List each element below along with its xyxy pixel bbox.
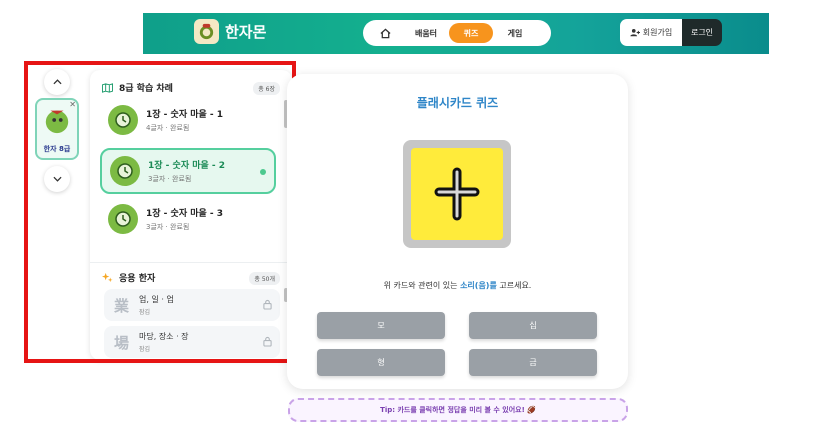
applied-hanja-item[interactable]: 業 업, 일 · 업 잠김: [104, 289, 280, 321]
chevron-down-icon: [52, 176, 62, 182]
chapter-sub: 4글자 · 완료됨: [146, 124, 190, 132]
applied-count-badge: 총 50개: [249, 272, 280, 285]
login-button[interactable]: 로그인: [682, 19, 722, 46]
book-mascot-icon: [45, 110, 69, 134]
signup-label: 회원가입: [642, 28, 673, 37]
chevron-up-icon: [52, 79, 62, 85]
chapters-title: 8급 학습 차례: [119, 84, 173, 94]
instruction-text-end: 고르세요.: [496, 281, 532, 290]
strip-down-button[interactable]: [44, 166, 70, 192]
answer-option-3[interactable]: 형: [317, 349, 445, 376]
chapters-count-badge: 총 6장: [253, 82, 280, 95]
chapter-item-active[interactable]: 1장 - 숫자 마을 - 2 3글자 · 완료됨: [100, 148, 276, 194]
quiz-card: 플래시카드 퀴즈 위 카드와 관련이 있는 소리(음)를 고르세요. 모 십 형…: [287, 74, 628, 389]
logo-mascot-icon: [194, 19, 219, 44]
chapter-item[interactable]: 1장 - 숫자 마을 - 3 3글자 · 완료됨: [100, 196, 276, 242]
chapter-title: 1장 - 숫자 마을 - 1: [146, 110, 224, 120]
nav-game-tab[interactable]: 게임: [493, 23, 537, 43]
logo-text: 한자몬: [225, 23, 267, 41]
chapter-title: 1장 - 숫자 마을 - 3: [146, 209, 224, 219]
hanja-char: 場: [114, 333, 130, 352]
chapter-sub: 3글자 · 완료됨: [146, 223, 190, 231]
tip-banner: Tip: 카드를 클릭하면 정답을 미리 볼 수 있어요! 🏈: [288, 398, 628, 422]
book-card-8[interactable]: ✕ 한자 8급: [35, 98, 79, 160]
flashcard[interactable]: [403, 140, 511, 248]
flashcard-face: [411, 148, 503, 240]
signup-button[interactable]: 회원가입: [620, 19, 682, 46]
chapter-sub: 3글자 · 완료됨: [148, 175, 192, 183]
auth-group: 회원가입 로그인: [620, 19, 722, 46]
lock-icon: [263, 336, 272, 347]
hanja-status: 잠김: [139, 346, 151, 353]
top-nav-bar: 한자몬 배움터 퀴즈 게임 회원가입 로그인: [143, 13, 769, 54]
logo[interactable]: 한자몬: [194, 19, 266, 44]
chapter-title: 1장 - 숫자 마을 - 2: [148, 161, 226, 171]
sparkle-icon: [102, 272, 113, 283]
chapter-mascot-icon: [108, 105, 138, 135]
user-plus-icon: [630, 29, 640, 37]
instruction-highlight: 소리(음)를: [460, 281, 497, 290]
hanja-meaning: 업, 일 · 업: [139, 295, 174, 304]
flashcard-hanja-glyph: [434, 167, 480, 221]
main-nav: 배움터 퀴즈 게임: [363, 20, 551, 46]
applied-title: 응용 한자: [119, 274, 156, 284]
nav-home-button[interactable]: [367, 23, 403, 43]
answer-option-4[interactable]: 금: [469, 349, 597, 376]
map-icon: [102, 82, 113, 93]
book-label: 한자 8급: [43, 145, 71, 153]
active-indicator-dot: [260, 169, 266, 175]
lock-icon: [263, 299, 272, 310]
chapter-item[interactable]: 1장 - 숫자 마을 - 1 4글자 · 완료됨: [100, 97, 276, 143]
hanja-meaning: 마당, 장소 · 장: [139, 332, 189, 341]
instruction-text: 위 카드와 관련이 있는: [383, 281, 461, 290]
nav-quiz-tab[interactable]: 퀴즈: [449, 23, 493, 43]
chapter-panel: 8급 학습 차례 총 6장 1장 - 숫자 마을 - 1 4글자 · 완료됨 1…: [90, 70, 292, 360]
chapter-mascot-icon: [110, 156, 140, 186]
page: 한자몬 배움터 퀴즈 게임 회원가입 로그인 ✕ 한자 8급 8급 학습 차례 …: [0, 0, 816, 432]
applied-hanja-item[interactable]: 場 마당, 장소 · 장 잠김: [104, 326, 280, 358]
quiz-instruction: 위 카드와 관련이 있는 소리(음)를 고르세요.: [287, 280, 628, 291]
strip-up-button[interactable]: [44, 69, 70, 95]
hanja-status: 잠김: [139, 309, 151, 316]
quiz-title: 플래시카드 퀴즈: [416, 96, 499, 110]
applied-heading: 응용 한자: [102, 271, 155, 284]
home-icon: [379, 28, 391, 38]
chapter-mascot-icon: [108, 204, 138, 234]
answer-option-1[interactable]: 모: [317, 312, 445, 339]
hanja-char: 業: [114, 296, 130, 315]
section-divider: [90, 262, 292, 263]
chapters-heading: 8급 학습 차례: [102, 81, 173, 94]
answer-option-2[interactable]: 십: [469, 312, 597, 339]
nav-learn-tab[interactable]: 배움터: [403, 23, 449, 43]
